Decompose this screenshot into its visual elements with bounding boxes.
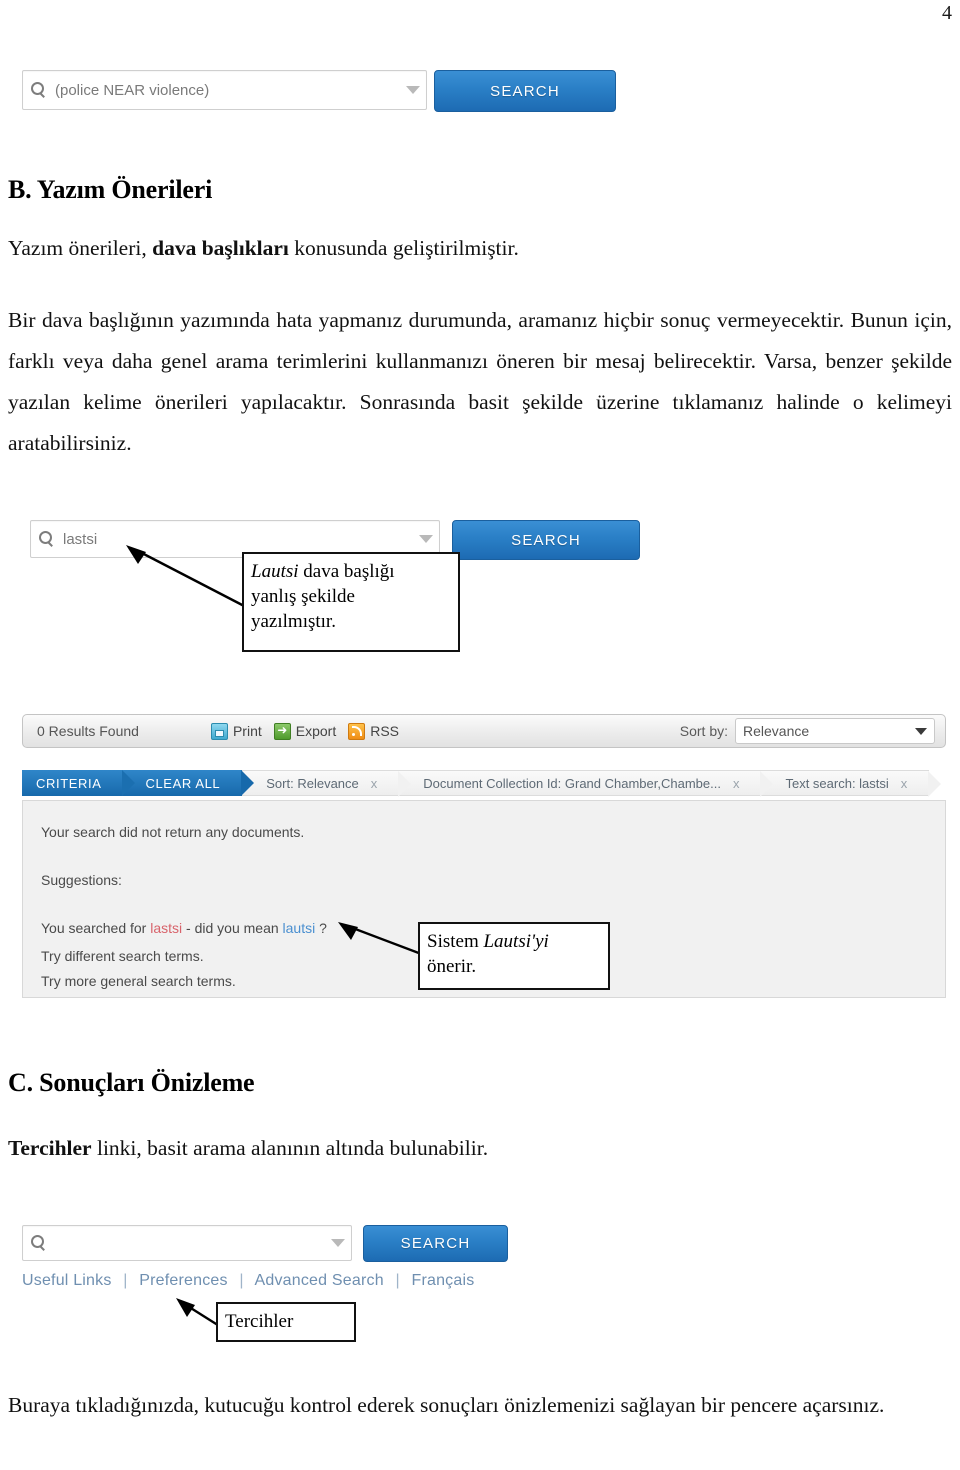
annotation-italic-term: Lautsi bbox=[251, 561, 299, 582]
section-c-lead: Tercihler linki, basit arama alanının al… bbox=[8, 1128, 952, 1169]
link-separator: | bbox=[123, 1272, 128, 1289]
page-number: 4 bbox=[942, 2, 952, 24]
did-you-mean-line: You searched for lastsi - did you mean l… bbox=[41, 920, 327, 936]
did-you-mean-prefix: You searched for bbox=[41, 920, 151, 936]
annotation-box-suggestion: Sistem Lautsi'yi önerir. bbox=[418, 922, 610, 990]
section-b-lead-before: Yazım önerileri, bbox=[8, 236, 153, 260]
results-count: 0 Results Found bbox=[37, 723, 139, 739]
section-c-heading: C. Sonuçları Önizleme bbox=[8, 1068, 255, 1097]
section-b-body: Bir dava başlığının yazımında hata yapma… bbox=[8, 308, 952, 455]
did-you-mean-suffix: ? bbox=[315, 920, 327, 936]
export-label: Export bbox=[295, 723, 337, 739]
annotation-line-3: yazılmıştır. bbox=[251, 611, 336, 632]
section-c-body: Buraya tıkladığınızda, kutucuğu kontrol … bbox=[8, 1393, 885, 1417]
annotation-line-1: Lautsi dava başlığı bbox=[251, 559, 452, 584]
clear-all-label: CLEAR ALL bbox=[145, 775, 221, 791]
criteria-chip-collection-label: Document Collection Id: Grand Chamber,Ch… bbox=[423, 775, 721, 791]
close-icon[interactable]: x bbox=[371, 776, 378, 791]
link-separator: | bbox=[239, 1272, 244, 1289]
searched-term: lastsi bbox=[150, 920, 183, 936]
search-input[interactable] bbox=[22, 1225, 352, 1261]
annotation-italic-term: Lautsi'yi bbox=[483, 931, 549, 952]
chevron-down-icon bbox=[915, 727, 927, 735]
section-c-lead-after: linki, basit arama alanının altında bulu… bbox=[91, 1136, 489, 1160]
useful-links-link[interactable]: Useful Links bbox=[22, 1272, 112, 1289]
suggestion-line-2: Try more general search terms. bbox=[41, 973, 236, 989]
francais-link[interactable]: Français bbox=[411, 1272, 474, 1289]
suggested-term-link[interactable]: lautsi bbox=[283, 920, 316, 936]
sort-by-value: Relevance bbox=[743, 723, 810, 739]
print-label: Print bbox=[232, 723, 262, 739]
search-input[interactable]: (police NEAR violence) bbox=[22, 70, 427, 110]
no-results-message: Your search did not return any documents… bbox=[41, 824, 305, 840]
search-input-value: lastsi bbox=[63, 530, 98, 548]
clear-all-button[interactable]: CLEAR ALL bbox=[123, 770, 255, 796]
search-icon bbox=[37, 530, 55, 548]
criteria-chip-text-search[interactable]: Text search: lastsi x bbox=[761, 770, 942, 797]
suggestions-label: Suggestions: bbox=[41, 872, 122, 888]
did-you-mean-middle: - did you mean bbox=[182, 920, 283, 936]
criteria-label: CRITERIA bbox=[22, 770, 137, 796]
section-b-lead-bold: dava başlıkları bbox=[152, 236, 289, 260]
print-button[interactable]: Print bbox=[210, 722, 262, 740]
rss-label: RSS bbox=[370, 723, 400, 739]
screenshot-top-search: (police NEAR violence) SEARCH bbox=[0, 58, 640, 120]
close-icon[interactable]: x bbox=[733, 776, 740, 791]
search-icon bbox=[29, 1234, 47, 1252]
chevron-down-icon[interactable] bbox=[331, 1239, 345, 1247]
section-b-heading: B. Yazım Önerileri bbox=[8, 175, 213, 204]
export-button[interactable]: Export bbox=[273, 721, 337, 740]
print-icon bbox=[210, 722, 228, 740]
annotation-line-1-prefix: Sistem bbox=[427, 931, 479, 952]
preferences-link[interactable]: Preferences bbox=[139, 1272, 227, 1289]
search-button[interactable]: SEARCH bbox=[434, 70, 616, 112]
annotation-line-1-rest: dava başlığı bbox=[303, 561, 395, 582]
search-input-value: (police NEAR violence) bbox=[55, 81, 210, 99]
sort-by-group: Sort by: Relevance bbox=[680, 718, 935, 744]
link-separator: | bbox=[395, 1272, 400, 1289]
sort-by-label: Sort by: bbox=[679, 723, 728, 739]
suggestion-line-1: Try different search terms. bbox=[41, 948, 204, 964]
annotation-box-lastsi: Lautsi dava başlığı yanlış şekilde yazıl… bbox=[242, 552, 460, 652]
section-b-lead-after: konusunda geliştirilmiştir. bbox=[288, 236, 519, 260]
sort-by-select[interactable]: Relevance bbox=[735, 718, 935, 744]
results-tools: Print Export RSS bbox=[210, 721, 400, 740]
annotation-box-tercihler: Tercihler bbox=[216, 1302, 356, 1342]
criteria-label-text: CRITERIA bbox=[36, 775, 102, 791]
section-c-lead-bold: Tercihler bbox=[8, 1136, 92, 1160]
search-button[interactable]: SEARCH bbox=[452, 520, 640, 560]
close-icon[interactable]: x bbox=[901, 776, 908, 791]
criteria-chip-sort-label: Sort: Relevance bbox=[266, 775, 359, 791]
annotation-line-1: Tercihler bbox=[225, 1311, 294, 1332]
section-b-lead: Yazım önerileri, dava başlıkları konusun… bbox=[8, 228, 952, 269]
chevron-down-icon[interactable] bbox=[406, 86, 420, 94]
criteria-breadcrumb: CRITERIA CLEAR ALL Sort: Relevance x Doc… bbox=[22, 770, 946, 797]
footer-links: Useful Links | Preferences | Advanced Se… bbox=[22, 1272, 474, 1290]
results-toolbar: 0 Results Found Print Export RSS Sort by… bbox=[22, 714, 946, 748]
annotation-line-1: Sistem Lautsi'yi bbox=[427, 929, 602, 954]
search-button[interactable]: SEARCH bbox=[363, 1225, 508, 1262]
rss-button[interactable]: RSS bbox=[348, 722, 400, 740]
annotation-line-2: önerir. bbox=[427, 956, 477, 977]
advanced-search-link[interactable]: Advanced Search bbox=[254, 1272, 383, 1289]
criteria-chip-text-search-label: Text search: lastsi bbox=[785, 775, 889, 791]
search-icon bbox=[29, 81, 47, 99]
chevron-down-icon[interactable] bbox=[419, 535, 433, 543]
criteria-chip-collection[interactable]: Document Collection Id: Grand Chamber,Ch… bbox=[399, 770, 774, 797]
export-icon bbox=[273, 721, 291, 740]
rss-icon bbox=[348, 722, 366, 740]
criteria-chip-sort[interactable]: Sort: Relevance x bbox=[242, 770, 412, 797]
annotation-line-2: yanlış şekilde bbox=[251, 586, 355, 607]
